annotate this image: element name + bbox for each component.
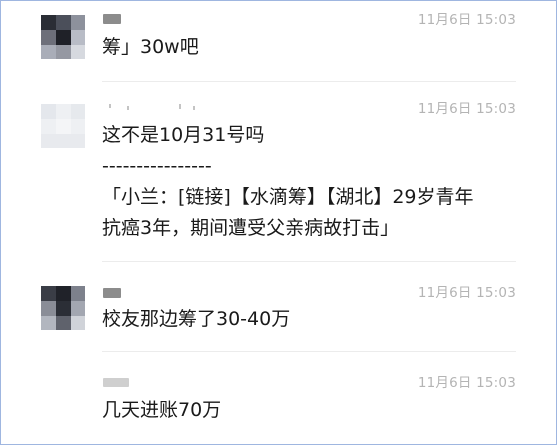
avatar[interactable] [41,286,85,330]
message-timestamp: 11月6日 15:03 [417,12,516,28]
message-timestamp: 11月6日 15:03 [417,375,516,391]
quoted-link-line: 抗癌3年，期间遭受父亲病故打击」 [102,217,400,239]
message-divider [102,261,516,262]
message-divider [102,81,516,82]
sender-name-blurred [103,104,199,112]
avatar[interactable] [41,104,85,148]
message-timestamp: 11月6日 15:03 [417,101,516,117]
avatar[interactable] [41,15,85,59]
message-divider [102,351,516,352]
message-timestamp: 11月6日 15:03 [417,285,516,301]
message-text: 筹」30w吧 [102,36,199,58]
sender-name-blurred [103,288,121,298]
quoted-link-line: 「小兰：[链接]【水滴筹】【湖北】29岁青年 [102,186,474,208]
sender-name-blurred [103,14,121,24]
message-separator-line: ---------------- [102,155,212,177]
message-text: 这不是10月31号吗 [102,124,265,146]
chat-history-panel: 11月6日 15:03 筹」30w吧 11月6日 15:03 这不是10月31号… [0,0,557,445]
message-text: 校友那边筹了30-40万 [102,308,291,330]
sender-name-blurred [103,378,129,387]
message-text: 几天进账70万 [102,399,222,421]
